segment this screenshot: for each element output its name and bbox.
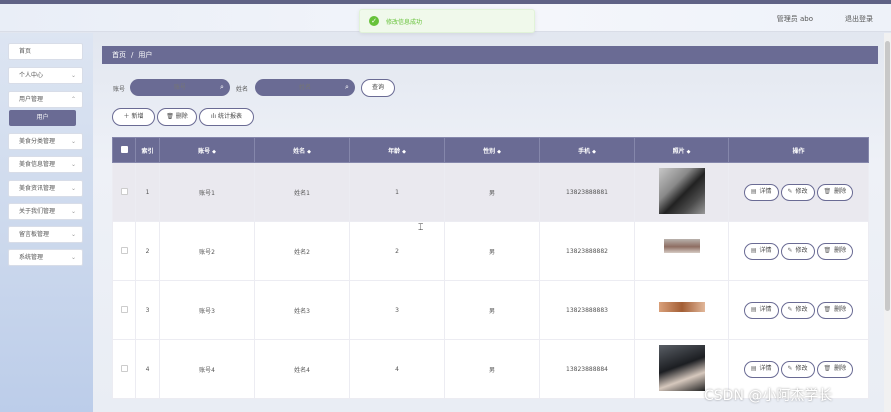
- sort-icon: ◆: [212, 148, 216, 155]
- trash-icon: 🗑: [823, 364, 832, 372]
- row-delete-button[interactable]: 🗑 删除: [816, 183, 854, 201]
- sidebar-item-about[interactable]: 关于我们管理 ⌄: [8, 203, 83, 220]
- chevron-down-icon: ⌄: [70, 161, 76, 168]
- breadcrumb: 首页 / 用户: [102, 46, 878, 64]
- chevron-up-icon: ⌃: [70, 96, 76, 103]
- toast-message: 修改信息成功: [386, 18, 423, 26]
- column-header[interactable]: 照片 ◆: [634, 137, 729, 163]
- user-label: 管理员 abo: [776, 15, 813, 23]
- logout-link[interactable]: 退出登录: [845, 14, 873, 24]
- user-photo: [658, 168, 705, 214]
- search-icon: ⌕: [220, 83, 224, 91]
- bar-chart-icon: ılı: [211, 113, 218, 120]
- query-button[interactable]: 查询: [361, 79, 395, 97]
- name-search-input[interactable]: [255, 79, 355, 96]
- sidebar-item-food-category[interactable]: 美食分类管理 ⌄: [8, 133, 83, 150]
- chevron-down-icon: ⌄: [70, 208, 76, 215]
- edit-icon: ✎: [787, 364, 793, 372]
- stats-report-button[interactable]: ılı 统计报表: [199, 108, 254, 126]
- user-photo: [658, 301, 705, 312]
- sort-icon: ◆: [592, 148, 596, 155]
- document-icon: ▤: [750, 246, 757, 254]
- search-icon: ⌕: [345, 83, 349, 91]
- document-icon: ▤: [750, 187, 757, 195]
- edit-icon: ✎: [787, 187, 793, 195]
- add-button[interactable]: ＋ 新增: [112, 108, 155, 126]
- table-row[interactable]: 3 账号3 姓名3 3 男 13823888883 ▤ 详情 ✎ 修改 🗑 删除: [112, 280, 869, 340]
- delete-button[interactable]: 🗑 删除: [157, 108, 197, 126]
- name-label: 姓名: [236, 86, 249, 93]
- sidebar-subitem-user[interactable]: 用户: [9, 110, 76, 126]
- user-table: 索引 账号 ◆ 姓名 ◆ 年龄 ◆ 性别 ◆ 手机 ◆ 照片 ◆ 操作 1 账号1 姓名1 …: [112, 137, 869, 399]
- row-delete-button[interactable]: 🗑 删除: [816, 360, 854, 378]
- sidebar: 首页 个人中心 ⌄ 用户管理 ⌃ 用户 美食分类管理 ⌄ 美食信息管理 ⌄ 美食资讯管理…: [0, 33, 93, 412]
- chevron-down-icon: ⌄: [70, 138, 76, 145]
- table-header-row: 索引 账号 ◆ 姓名 ◆ 年龄 ◆ 性别 ◆ 手机 ◆ 照片 ◆ 操作: [112, 137, 869, 163]
- edit-button[interactable]: ✎ 修改: [780, 183, 815, 201]
- edit-button[interactable]: ✎ 修改: [780, 301, 815, 319]
- trash-icon: 🗑: [823, 305, 832, 313]
- column-header[interactable]: 账号 ◆: [159, 137, 255, 163]
- detail-button[interactable]: ▤ 详情: [743, 242, 779, 260]
- sidebar-item-system[interactable]: 系统管理 ⌄: [8, 249, 83, 266]
- row-checkbox[interactable]: [120, 305, 128, 313]
- sort-icon: ◆: [307, 148, 311, 155]
- detail-button[interactable]: ▤ 详情: [743, 183, 779, 201]
- watermark: CSDN @小阿杰学长: [704, 388, 833, 404]
- trash-icon: 🗑: [823, 187, 832, 195]
- table-row[interactable]: 2 账号2 姓名2 2 男 13823888882 ▤ 详情 ✎ 修改 🗑 删除: [112, 221, 869, 281]
- sidebar-item-food-info[interactable]: 美食信息管理 ⌄: [8, 156, 83, 173]
- row-delete-button[interactable]: 🗑 删除: [816, 301, 854, 319]
- sidebar-item-message[interactable]: 留言板管理 ⌄: [8, 226, 83, 243]
- sidebar-item-home[interactable]: 首页: [8, 43, 83, 60]
- row-checkbox[interactable]: [120, 246, 128, 254]
- row-checkbox[interactable]: [120, 364, 128, 372]
- column-header[interactable]: 手机 ◆: [539, 137, 635, 163]
- column-header: 索引: [135, 137, 160, 163]
- page-scrollbar[interactable]: [884, 33, 891, 412]
- document-icon: ▤: [750, 364, 757, 372]
- trash-icon: 🗑: [823, 246, 832, 254]
- column-header[interactable]: 姓名 ◆: [254, 137, 350, 163]
- edit-button[interactable]: ✎ 修改: [780, 242, 815, 260]
- user-photo: [663, 238, 700, 253]
- chevron-down-icon: ⌄: [70, 231, 76, 238]
- sidebar-item-user-mgmt[interactable]: 用户管理 ⌃: [8, 91, 83, 108]
- edit-button[interactable]: ✎ 修改: [780, 360, 815, 378]
- document-icon: ▤: [750, 305, 757, 313]
- breadcrumb-home[interactable]: 首页: [112, 51, 126, 59]
- mouse-cursor-icon: ⌶: [418, 223, 424, 233]
- edit-icon: ✎: [787, 305, 793, 313]
- detail-button[interactable]: ▤ 详情: [743, 301, 779, 319]
- chevron-down-icon: ⌄: [70, 72, 76, 79]
- select-all-cell[interactable]: [112, 137, 136, 163]
- breadcrumb-current: 用户: [138, 51, 153, 59]
- trash-icon: 🗑: [166, 113, 176, 120]
- chevron-down-icon: ⌄: [70, 185, 76, 192]
- sort-icon: ◆: [497, 148, 501, 155]
- edit-icon: ✎: [787, 246, 793, 254]
- chevron-down-icon: ⌄: [70, 254, 76, 261]
- account-search-input[interactable]: [130, 79, 230, 96]
- success-toast: ✓ 修改信息成功: [359, 9, 535, 33]
- sidebar-item-food-news[interactable]: 美食资讯管理 ⌄: [8, 180, 83, 197]
- column-header[interactable]: 性别 ◆: [444, 137, 540, 163]
- sidebar-item-personal[interactable]: 个人中心 ⌄: [8, 67, 83, 84]
- account-label: 账号: [113, 86, 126, 93]
- sort-icon: ◆: [686, 148, 691, 155]
- column-header: 操作: [728, 137, 869, 163]
- check-circle-icon: ✓: [369, 16, 379, 26]
- row-checkbox[interactable]: [120, 187, 128, 195]
- table-row[interactable]: 1 账号1 姓名1 1 男 13823888881 ▤ 详情 ✎ 修改 🗑 删除: [112, 162, 869, 222]
- user-photo: [658, 345, 705, 391]
- sort-icon: ◆: [402, 148, 406, 155]
- row-delete-button[interactable]: 🗑 删除: [816, 242, 854, 260]
- select-all-checkbox[interactable]: [120, 145, 128, 153]
- column-header[interactable]: 年龄 ◆: [349, 137, 445, 163]
- detail-button[interactable]: ▤ 详情: [743, 360, 779, 378]
- scrollbar-thumb[interactable]: [885, 41, 890, 311]
